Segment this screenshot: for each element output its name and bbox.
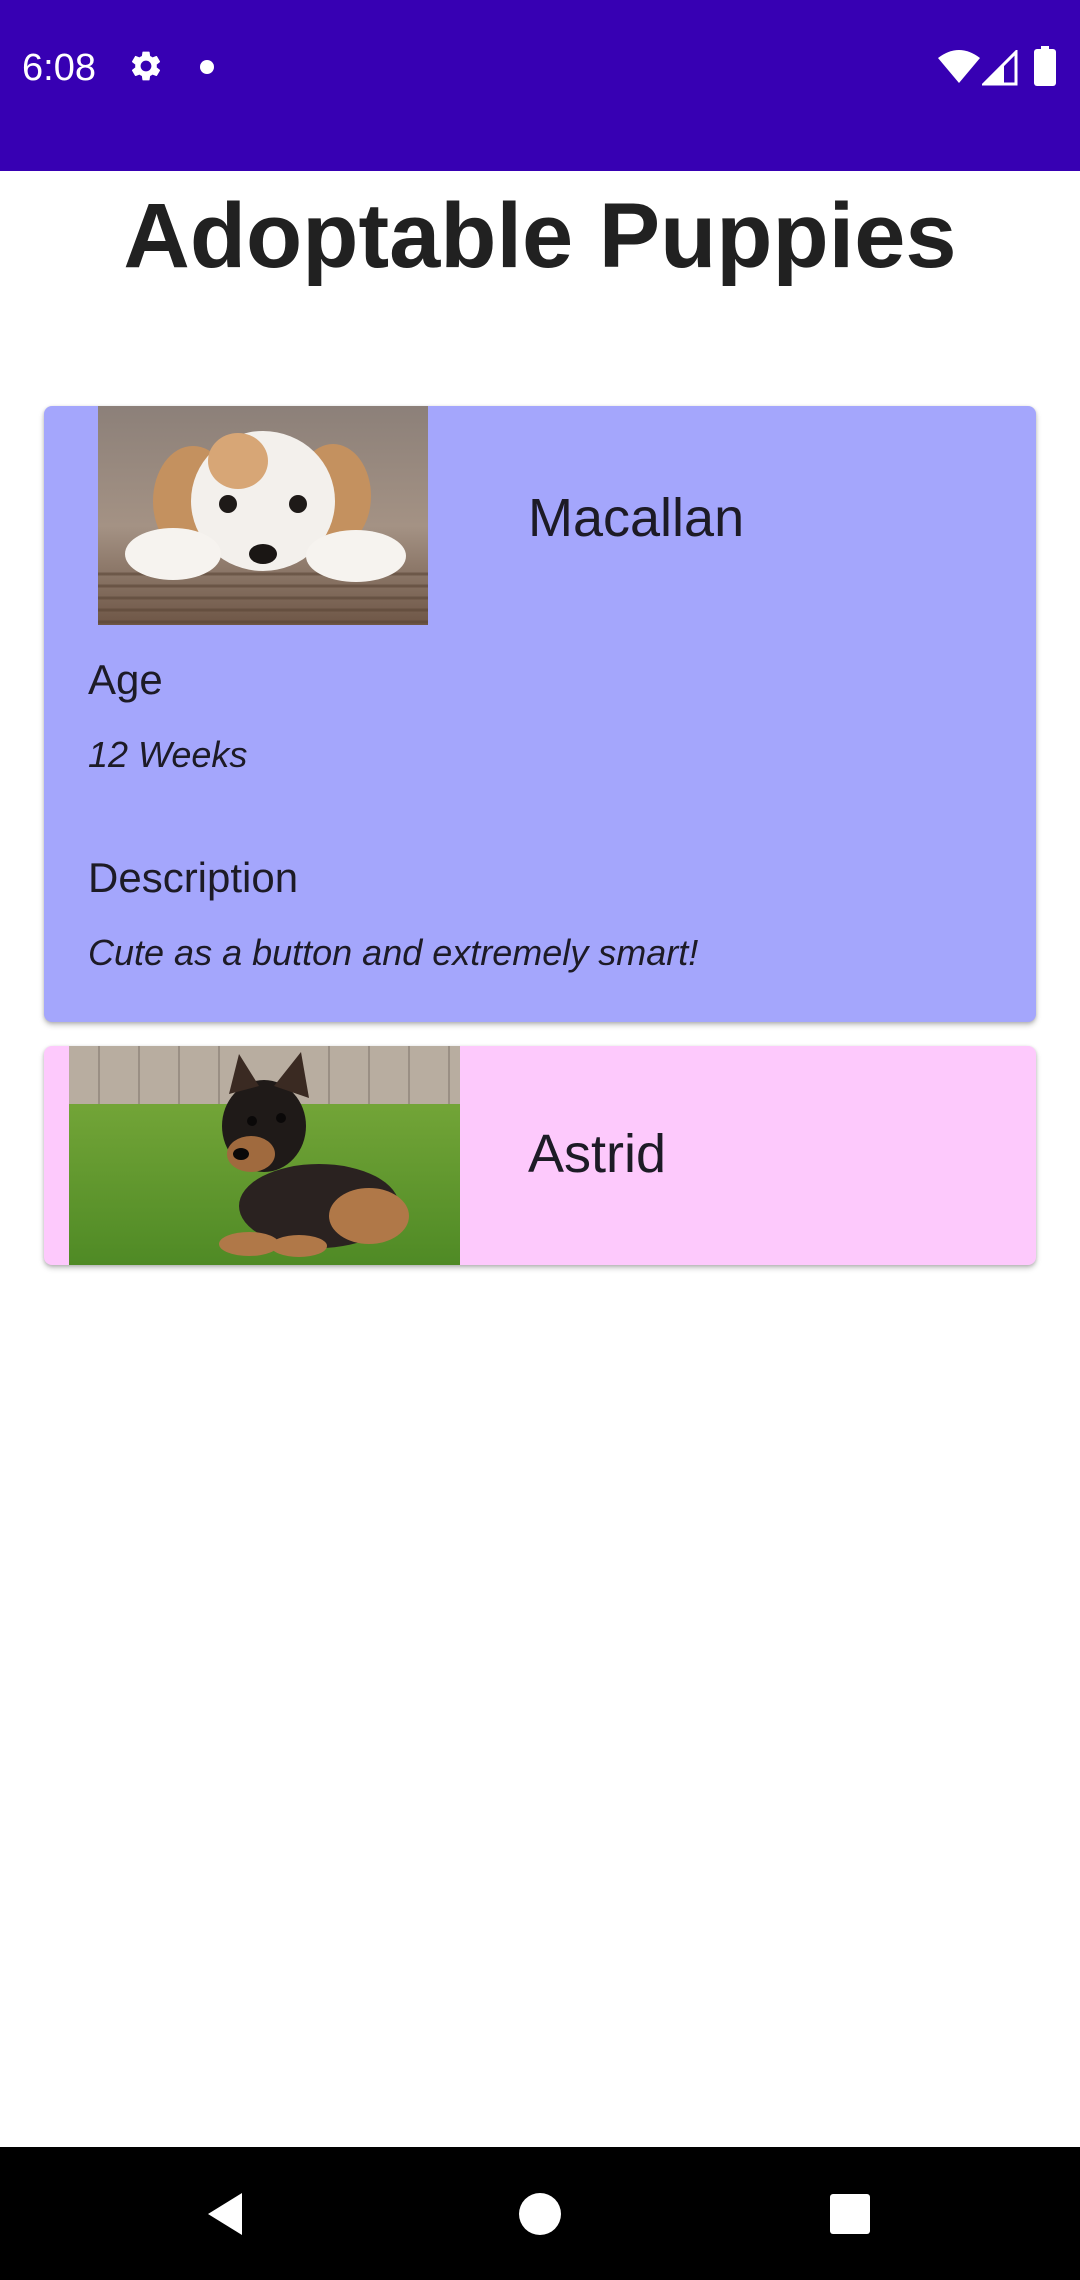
status-time: 6:08	[22, 47, 96, 89]
back-icon[interactable]	[204, 2191, 250, 2237]
status-bar: 6:08	[0, 0, 1080, 171]
white-and-tan-puppy-photo	[98, 406, 428, 625]
cell-signal-icon	[980, 48, 1018, 86]
home-icon[interactable]	[519, 2193, 561, 2235]
description-value: Cute as a button and extremely smart!	[88, 932, 699, 973]
battery-icon	[1034, 46, 1056, 86]
puppy-name: Macallan	[528, 488, 745, 548]
puppy-name: Astrid	[528, 1124, 667, 1184]
description-label: Description	[88, 854, 299, 901]
age-label: Age	[88, 656, 163, 703]
german-shepherd-puppy-photo	[69, 1046, 460, 1265]
age-value: 12 Weeks	[88, 734, 248, 775]
puppy-card-macallan[interactable]: Macallan Age 12 Weeks Description Cute a…	[44, 406, 1036, 1022]
page-title: Adoptable Puppies	[123, 185, 957, 287]
puppy-photo-macallan	[98, 406, 428, 625]
navigation-bar	[0, 2147, 1080, 2280]
puppy-card-astrid[interactable]: Astrid	[44, 1046, 1036, 1265]
wifi-icon	[938, 50, 980, 84]
recents-icon[interactable]	[830, 2194, 870, 2234]
gear-icon	[128, 48, 164, 84]
notification-dot-icon	[200, 60, 214, 74]
puppy-photo-astrid	[69, 1046, 460, 1265]
